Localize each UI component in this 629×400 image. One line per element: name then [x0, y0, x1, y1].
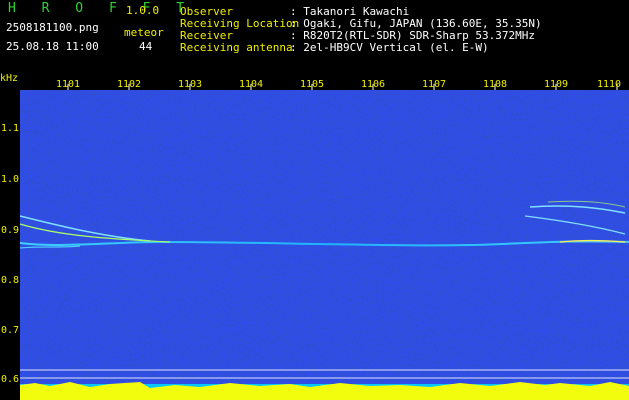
- x-tick-label: 1109: [544, 79, 569, 90]
- header-panel: H R O F F T 1.0.0 2508181100.png meteor …: [0, 0, 629, 76]
- x-tick-label: 1103: [178, 79, 203, 90]
- meteor-count: 44: [139, 40, 153, 53]
- app-version: 1.0.0: [126, 4, 160, 17]
- x-tick-label: 1101: [56, 79, 81, 90]
- app-brand: H R O F F T: [8, 1, 194, 16]
- y-tick-label: 1.0: [1, 174, 20, 185]
- spectrogram: [19, 84, 629, 400]
- x-tick-label: 1110: [597, 79, 622, 90]
- y-tick-label: 1.1: [1, 123, 20, 134]
- y-axis-unit: kHz: [0, 73, 19, 84]
- x-tick-label: 1105: [300, 79, 325, 90]
- y-tick-label: 0.6: [1, 374, 20, 385]
- y-tick-label: 0.8: [1, 275, 20, 286]
- x-tick-label: 1102: [117, 79, 142, 90]
- info-label-antenna: Receiving antenna: [180, 41, 293, 54]
- filename-label: 2508181100.png: [6, 21, 99, 34]
- y-tick-label: 0.9: [1, 225, 20, 236]
- x-ticks: [67, 84, 618, 90]
- x-tick-label: 1108: [483, 79, 508, 90]
- x-tick-label: 1107: [422, 79, 447, 90]
- y-tick-label: 0.7: [1, 325, 20, 336]
- info-value-antenna: : 2el-HB9CV Vertical (el. E-W): [290, 41, 489, 54]
- x-tick-label: 1104: [239, 79, 264, 90]
- datetime-label: 25.08.18 11:00: [6, 40, 99, 53]
- meteor-label: meteor: [124, 26, 164, 39]
- x-tick-label: 1106: [361, 79, 386, 90]
